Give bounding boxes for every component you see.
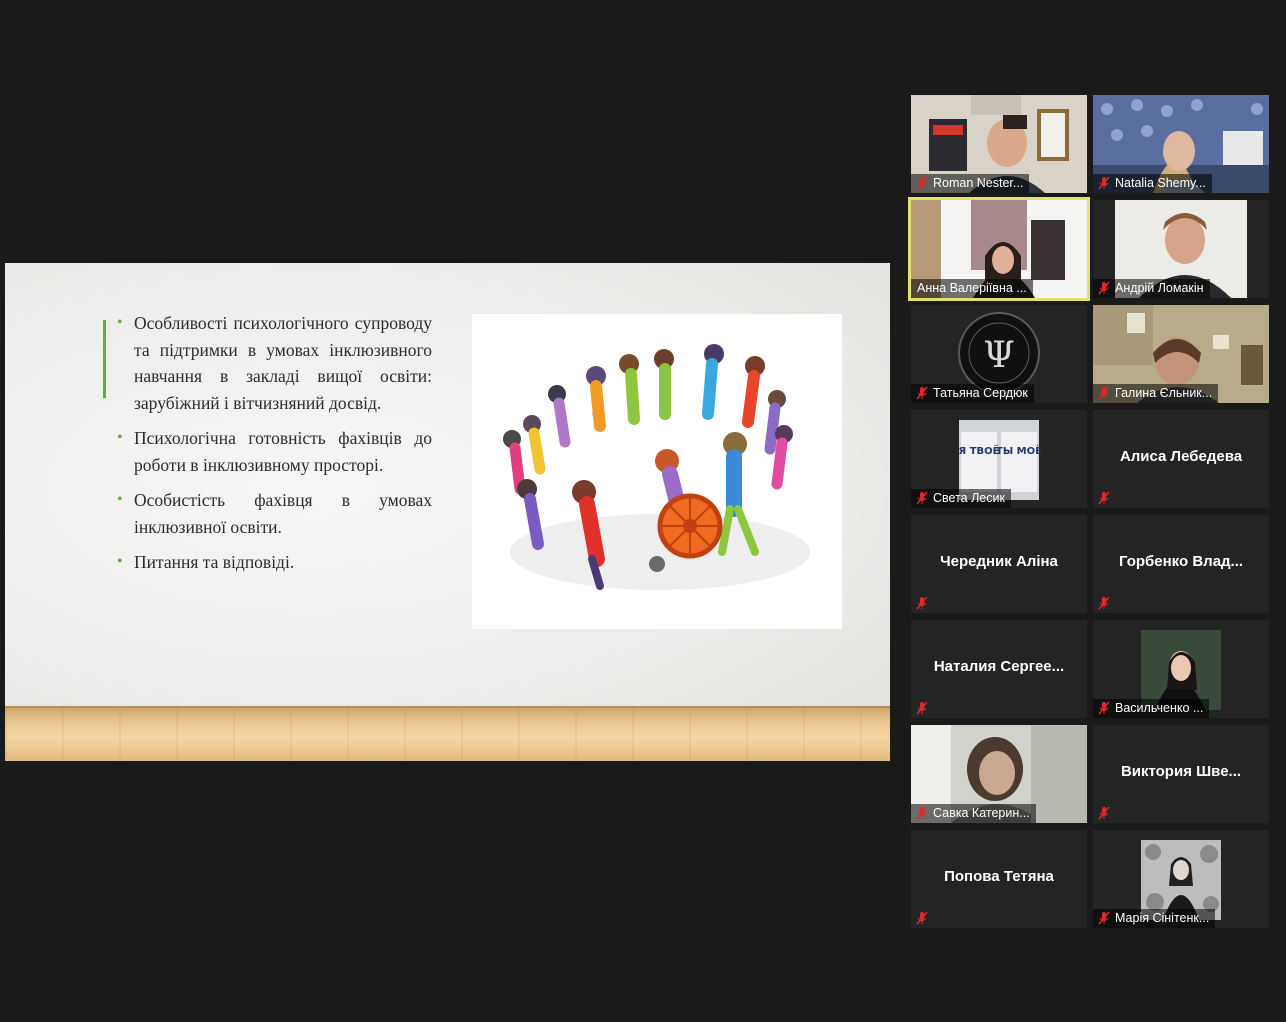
mic-muted-icon [1098,596,1110,610]
participant-name: Попова Тетяна [944,868,1054,885]
slide-bullet-item: Психологічна готовність фахівців до робо… [115,425,432,478]
participant-tile[interactable]: Галина Єльник... [1093,305,1269,403]
participant-tile[interactable]: Горбенко Влад... [1093,515,1269,613]
participant-name: Галина Єльник... [1115,386,1213,400]
mic-muted-icon [916,911,928,925]
shared-screen-slide: Особливості психологічного супроводу та … [5,263,890,761]
sign-text-left: Я ТВОЁ [959,443,1000,457]
participant-tile[interactable]: Ψ Татьяна Сердюк [911,305,1087,403]
mic-muted-icon [1098,911,1110,925]
mic-muted-icon [916,596,928,610]
slide-accent-bar [103,320,106,398]
slide-bullet-item: Питання та відповіді. [115,549,432,576]
participant-name: Марія Сінітенк... [1115,911,1210,925]
mic-muted-icon [916,491,928,505]
mic-muted-icon [916,386,928,400]
mic-muted-icon [916,176,928,190]
mic-muted-icon [1098,176,1110,190]
mic-muted-icon [1098,386,1110,400]
sign-text-right: ТЫ МОЁ [996,443,1042,457]
mic-muted-icon [1098,806,1110,820]
mic-muted-icon [1098,701,1110,715]
participant-name: Васильченко ... [1115,701,1204,715]
slide-bullet-item: Особистість фахівця в умовах інклюзивної… [115,487,432,540]
participant-name: Natalia Shemy... [1115,176,1206,190]
participant-tile[interactable]: Я ТВОЁ ТЫ МОЁ Света Лесик [911,410,1087,508]
participant-name: Горбенко Влад... [1118,553,1244,570]
participant-tile[interactable]: Roman Nester... [911,95,1087,193]
participant-name: Савка Катерин... [933,806,1030,820]
slide-bullet-list: Особливості психологічного супроводу та … [115,310,432,585]
mic-muted-icon [916,701,928,715]
participant-name: Света Лесик [933,491,1005,505]
participant-name: Андрій Ломакін [1115,281,1204,295]
slide-bullet-item: Особливості психологічного супроводу та … [115,310,432,416]
participant-tile[interactable]: Васильченко ... [1093,620,1269,718]
mic-muted-icon [1098,491,1110,505]
svg-text:Ψ: Ψ [983,335,1015,376]
participant-tile[interactable]: Марія Сінітенк... [1093,830,1269,928]
participant-name: Татьяна Сердюк [933,386,1028,400]
participant-tile[interactable]: Алиса Лебедева [1093,410,1269,508]
slide-picture-children-circle [472,314,842,629]
participant-tile[interactable]: Чередник Аліна [911,515,1087,613]
participant-tile-active-speaker[interactable]: Анна Валеріївна ... [908,197,1090,301]
participant-name: Наталия Сергее... [933,658,1065,675]
participant-name: Анна Валеріївна ... [917,281,1027,295]
participant-tile[interactable]: Савка Катерин... [911,725,1087,823]
mic-muted-icon [1098,281,1110,295]
participant-name: Roman Nester... [933,176,1024,190]
mic-muted-icon [916,806,928,820]
participant-tile[interactable]: Natalia Shemy... [1093,95,1269,193]
participant-name: Алиса Лебедева [1119,448,1243,465]
participant-name: Чередник Аліна [940,553,1058,570]
slide-floor-decoration [5,706,890,761]
participant-tile[interactable]: Виктория Шве... [1093,725,1269,823]
participant-tile[interactable]: Попова Тетяна [911,830,1087,928]
participant-tile[interactable]: Наталия Сергее... [911,620,1087,718]
participant-tile[interactable]: Андрій Ломакін [1093,200,1269,298]
participant-name: Виктория Шве... [1120,763,1242,780]
